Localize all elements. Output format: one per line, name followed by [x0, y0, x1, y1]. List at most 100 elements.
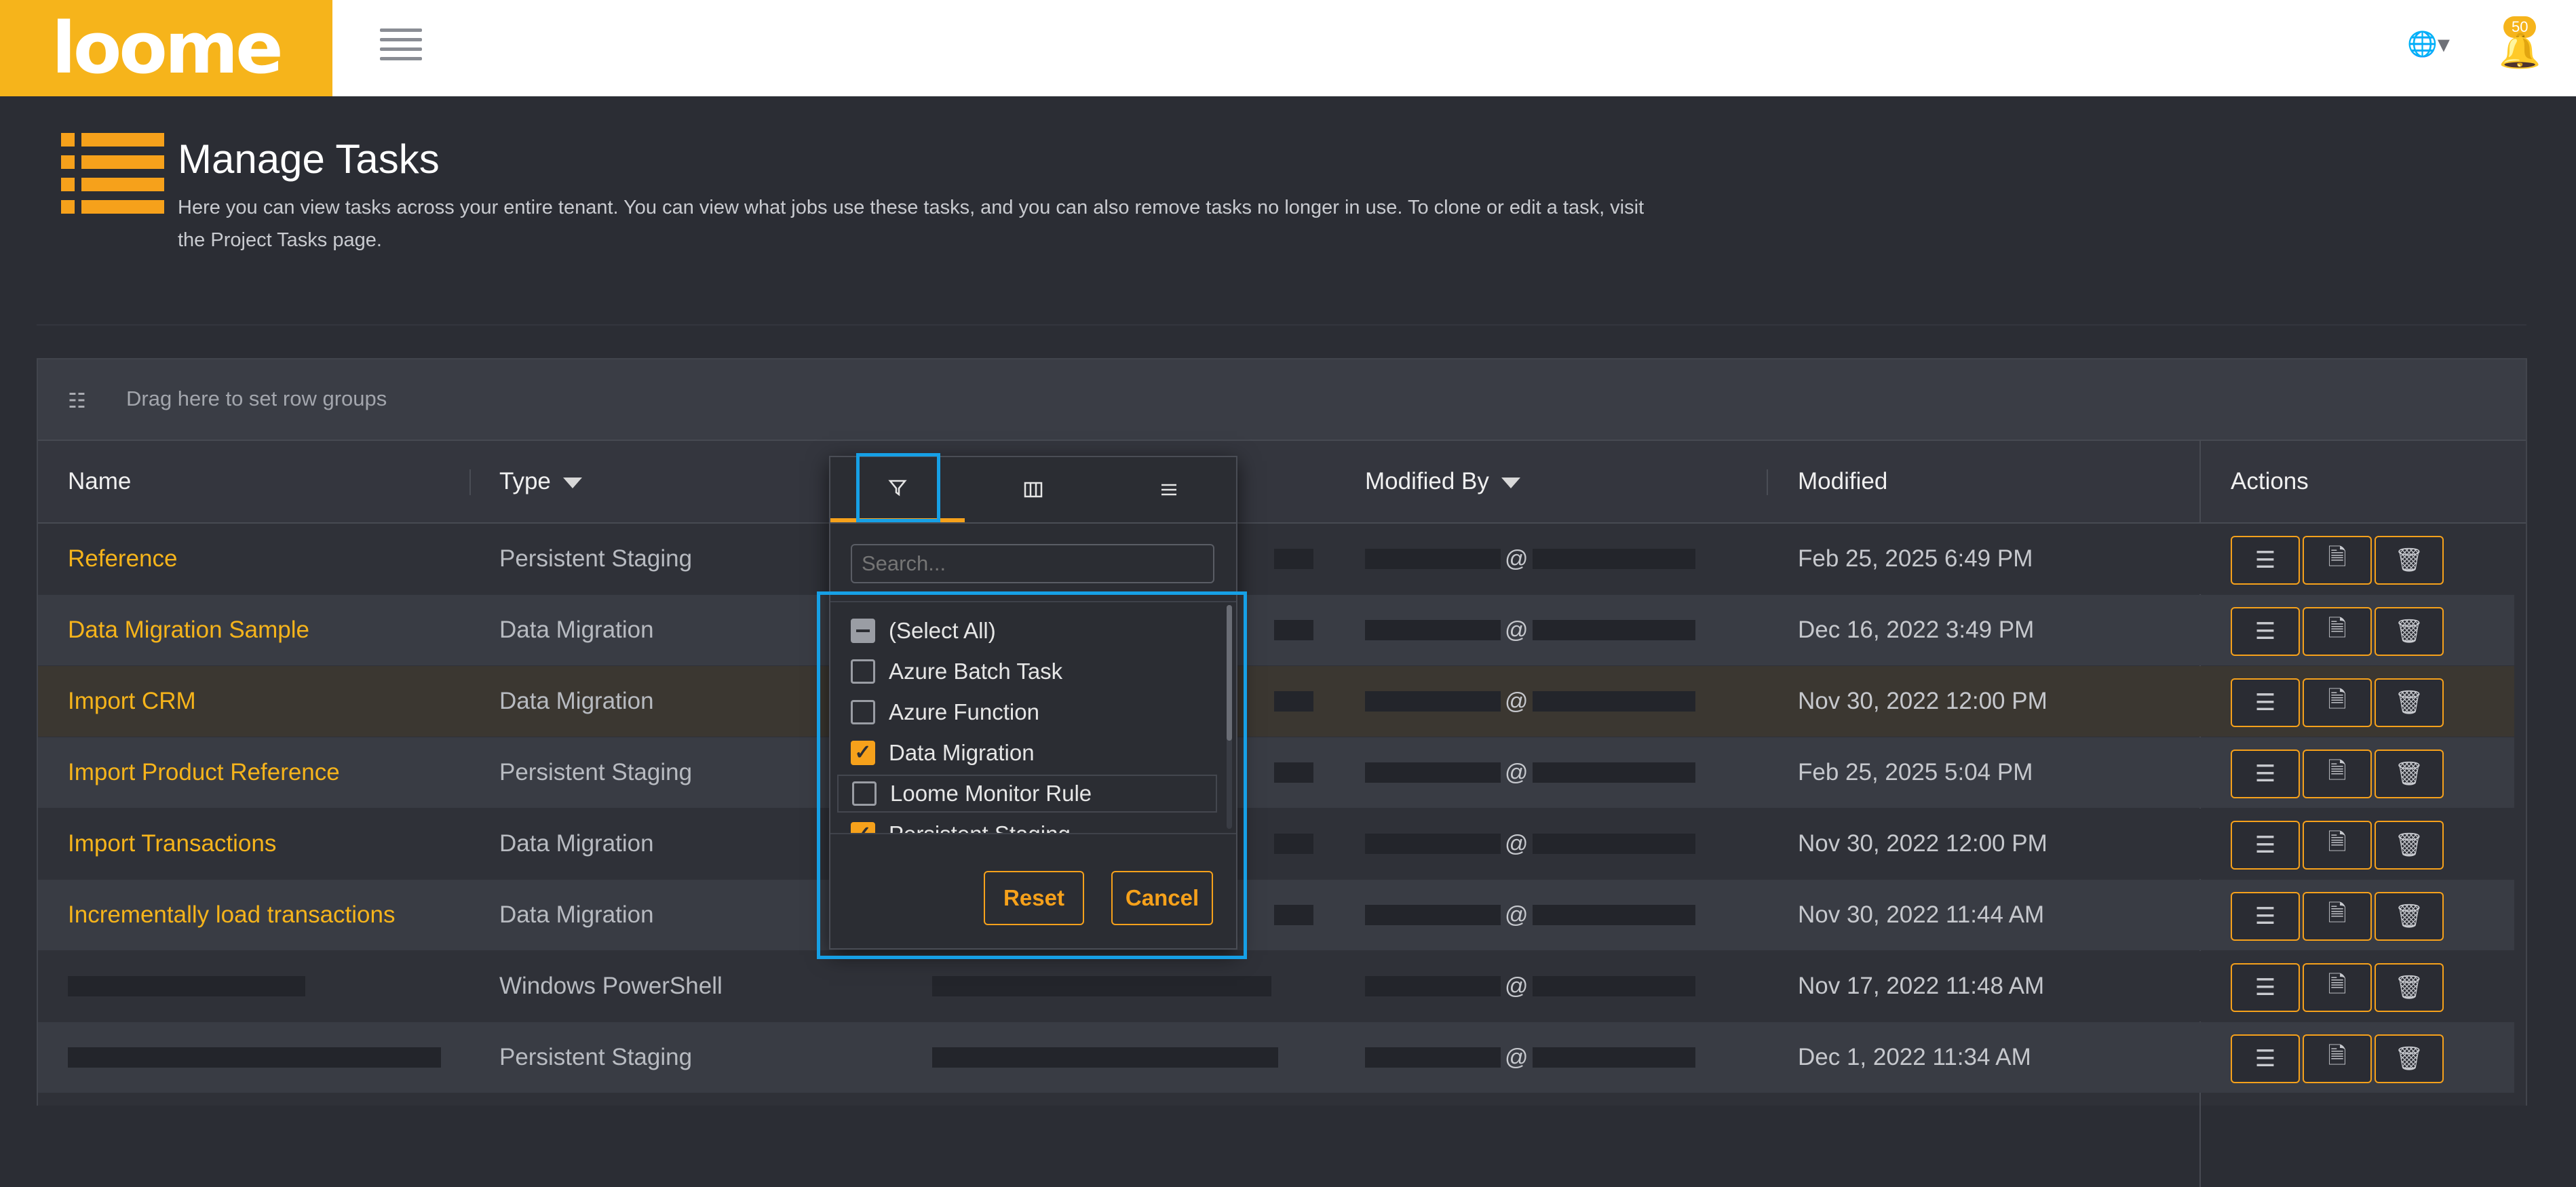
menu-icon [1161, 484, 1176, 496]
cell-modified-by: @ [1365, 880, 1695, 950]
delete-button[interactable]: 🗑 [2375, 678, 2444, 727]
redacted-cell [1274, 737, 1313, 808]
cell-modified-by: @ [1365, 809, 1695, 879]
cell-type: Data Migration [499, 830, 654, 857]
list-icon: ☰ [2254, 832, 2276, 858]
view-details-button[interactable]: 🗎 [2303, 1034, 2372, 1083]
column-header-modified-by[interactable]: Modified By [1365, 441, 1520, 522]
table-row[interactable]: Incrementally load transactions Data Mig… [38, 880, 2514, 950]
column-header-name[interactable]: Name [68, 441, 131, 522]
document-icon: 🗎 [2328, 758, 2347, 784]
globe-icon[interactable]: 🌐▾ [2407, 30, 2450, 58]
cell-name [68, 951, 305, 1021]
column-header-type[interactable]: Type [499, 441, 582, 522]
redacted-name [68, 976, 305, 996]
list-icon: ☰ [2254, 690, 2276, 716]
redacted-cell [1274, 880, 1313, 950]
cell-modified-by: @ [1365, 595, 1695, 665]
document-icon: 🗎 [2328, 615, 2347, 642]
cell-name: Import Product Reference [68, 737, 340, 808]
view-jobs-button[interactable]: ☰ [2231, 536, 2300, 585]
view-details-button[interactable]: 🗎 [2303, 892, 2372, 941]
view-jobs-button[interactable]: ☰ [2231, 821, 2300, 870]
cell-modified: Nov 30, 2022 11:44 AM [1798, 901, 2045, 928]
tasks-list-icon [61, 133, 164, 214]
loome-logo[interactable]: loome [0, 0, 332, 96]
view-jobs-button[interactable]: ☰ [2231, 750, 2300, 798]
document-icon: 🗎 [2328, 686, 2347, 713]
view-details-button[interactable]: 🗎 [2303, 821, 2372, 870]
trash-icon: 🗑 [2394, 547, 2424, 573]
cell-modified: Dec 1, 2022 11:34 AM [1798, 1044, 2031, 1070]
redacted-name [68, 1047, 441, 1068]
view-details-button[interactable]: 🗎 [2303, 750, 2372, 798]
cell-modified: Feb 25, 2025 5:04 PM [1798, 759, 2033, 785]
task-name-link[interactable]: Import Product Reference [68, 759, 340, 786]
row-actions: ☰ 🗎 🗑 [2231, 1034, 2444, 1083]
table-row[interactable]: Import CRM Data Migration @ Nov 30, 2022… [38, 666, 2514, 737]
task-name-link[interactable]: Import CRM [68, 688, 196, 715]
cell-name: Incrementally load transactions [68, 880, 395, 950]
trash-icon: 🗑 [2394, 619, 2424, 644]
highlight-box [856, 453, 940, 522]
delete-button[interactable]: 🗑 [2375, 821, 2444, 870]
table-row[interactable]: Windows PowerShell @ Nov 17, 2022 11:48 … [38, 951, 2514, 1021]
table-row[interactable]: Import Product Reference Persistent Stag… [38, 737, 2514, 808]
filter-icon [562, 478, 582, 488]
delete-button[interactable]: 🗑 [2375, 607, 2444, 656]
table-row[interactable]: Import Transactions Data Migration @ Nov… [38, 809, 2514, 879]
row-group-icon: ☷ [68, 390, 86, 412]
cell-name: Data Migration Sample [68, 595, 309, 665]
view-jobs-button[interactable]: ☰ [2231, 892, 2300, 941]
cell-modified-by: @ [1365, 737, 1695, 808]
task-name-link[interactable]: Reference [68, 545, 177, 572]
hamburger-menu-icon[interactable] [380, 28, 422, 60]
redacted-cell [932, 1022, 1278, 1093]
tab-columns[interactable] [966, 457, 1100, 522]
trash-icon: 🗑 [2394, 903, 2424, 929]
view-jobs-button[interactable]: ☰ [2231, 963, 2300, 1012]
task-name-link[interactable]: Data Migration Sample [68, 617, 309, 644]
delete-button[interactable]: 🗑 [2375, 963, 2444, 1012]
tab-general-menu[interactable] [1102, 457, 1236, 522]
cell-name: Reference [68, 524, 177, 594]
view-jobs-button[interactable]: ☰ [2231, 607, 2300, 656]
list-icon: ☰ [2254, 761, 2276, 787]
cell-modified: Nov 30, 2022 12:00 PM [1798, 830, 2048, 857]
view-details-button[interactable]: 🗎 [2303, 678, 2372, 727]
task-name-link[interactable]: Import Transactions [68, 830, 276, 857]
bell-icon[interactable]: 🔔 [2499, 31, 2541, 71]
view-jobs-button[interactable]: ☰ [2231, 678, 2300, 727]
grid-header: Name Type Modified By Modified Actions [38, 441, 2526, 524]
table-row[interactable]: Reference Persistent Staging @ Feb 25, 2… [38, 524, 2514, 594]
view-details-button[interactable]: 🗎 [2303, 963, 2372, 1012]
table-row[interactable]: Persistent Staging @ Dec 1, 2022 11:34 A… [38, 1022, 2514, 1093]
cell-modified-by: @ [1365, 524, 1695, 594]
logo-text: loome [52, 7, 283, 90]
view-details-button[interactable]: 🗎 [2303, 607, 2372, 656]
cell-modified: Nov 30, 2022 12:00 PM [1798, 688, 2048, 714]
cell-modified: Feb 25, 2025 6:49 PM [1798, 545, 2033, 572]
row-actions: ☰ 🗎 🗑 [2231, 750, 2444, 798]
row-group-panel[interactable]: ☷ Drag here to set row groups [38, 359, 2526, 441]
cell-name [68, 1022, 441, 1093]
task-name-link[interactable]: Incrementally load transactions [68, 901, 395, 929]
column-resize-handle[interactable] [1767, 469, 1768, 495]
table-row[interactable]: Data Migration Sample Data Migration @ D… [38, 595, 2514, 665]
document-icon: 🗎 [2328, 1043, 2347, 1069]
delete-button[interactable]: 🗑 [2375, 1034, 2444, 1083]
view-jobs-button[interactable]: ☰ [2231, 1034, 2300, 1083]
row-actions: ☰ 🗎 🗑 [2231, 821, 2444, 870]
cell-name: Import Transactions [68, 809, 276, 879]
delete-button[interactable]: 🗑 [2375, 892, 2444, 941]
list-icon: ☰ [2254, 619, 2276, 644]
column-resize-handle[interactable] [469, 469, 471, 495]
delete-button[interactable]: 🗑 [2375, 536, 2444, 585]
column-header-modified[interactable]: Modified [1798, 441, 1887, 522]
delete-button[interactable]: 🗑 [2375, 750, 2444, 798]
view-details-button[interactable]: 🗎 [2303, 536, 2372, 585]
filter-search-input[interactable] [851, 544, 1214, 583]
list-icon: ☰ [2254, 903, 2276, 929]
cell-modified: Nov 17, 2022 11:48 AM [1798, 973, 2045, 999]
cell-type: Persistent Staging [499, 1044, 693, 1070]
